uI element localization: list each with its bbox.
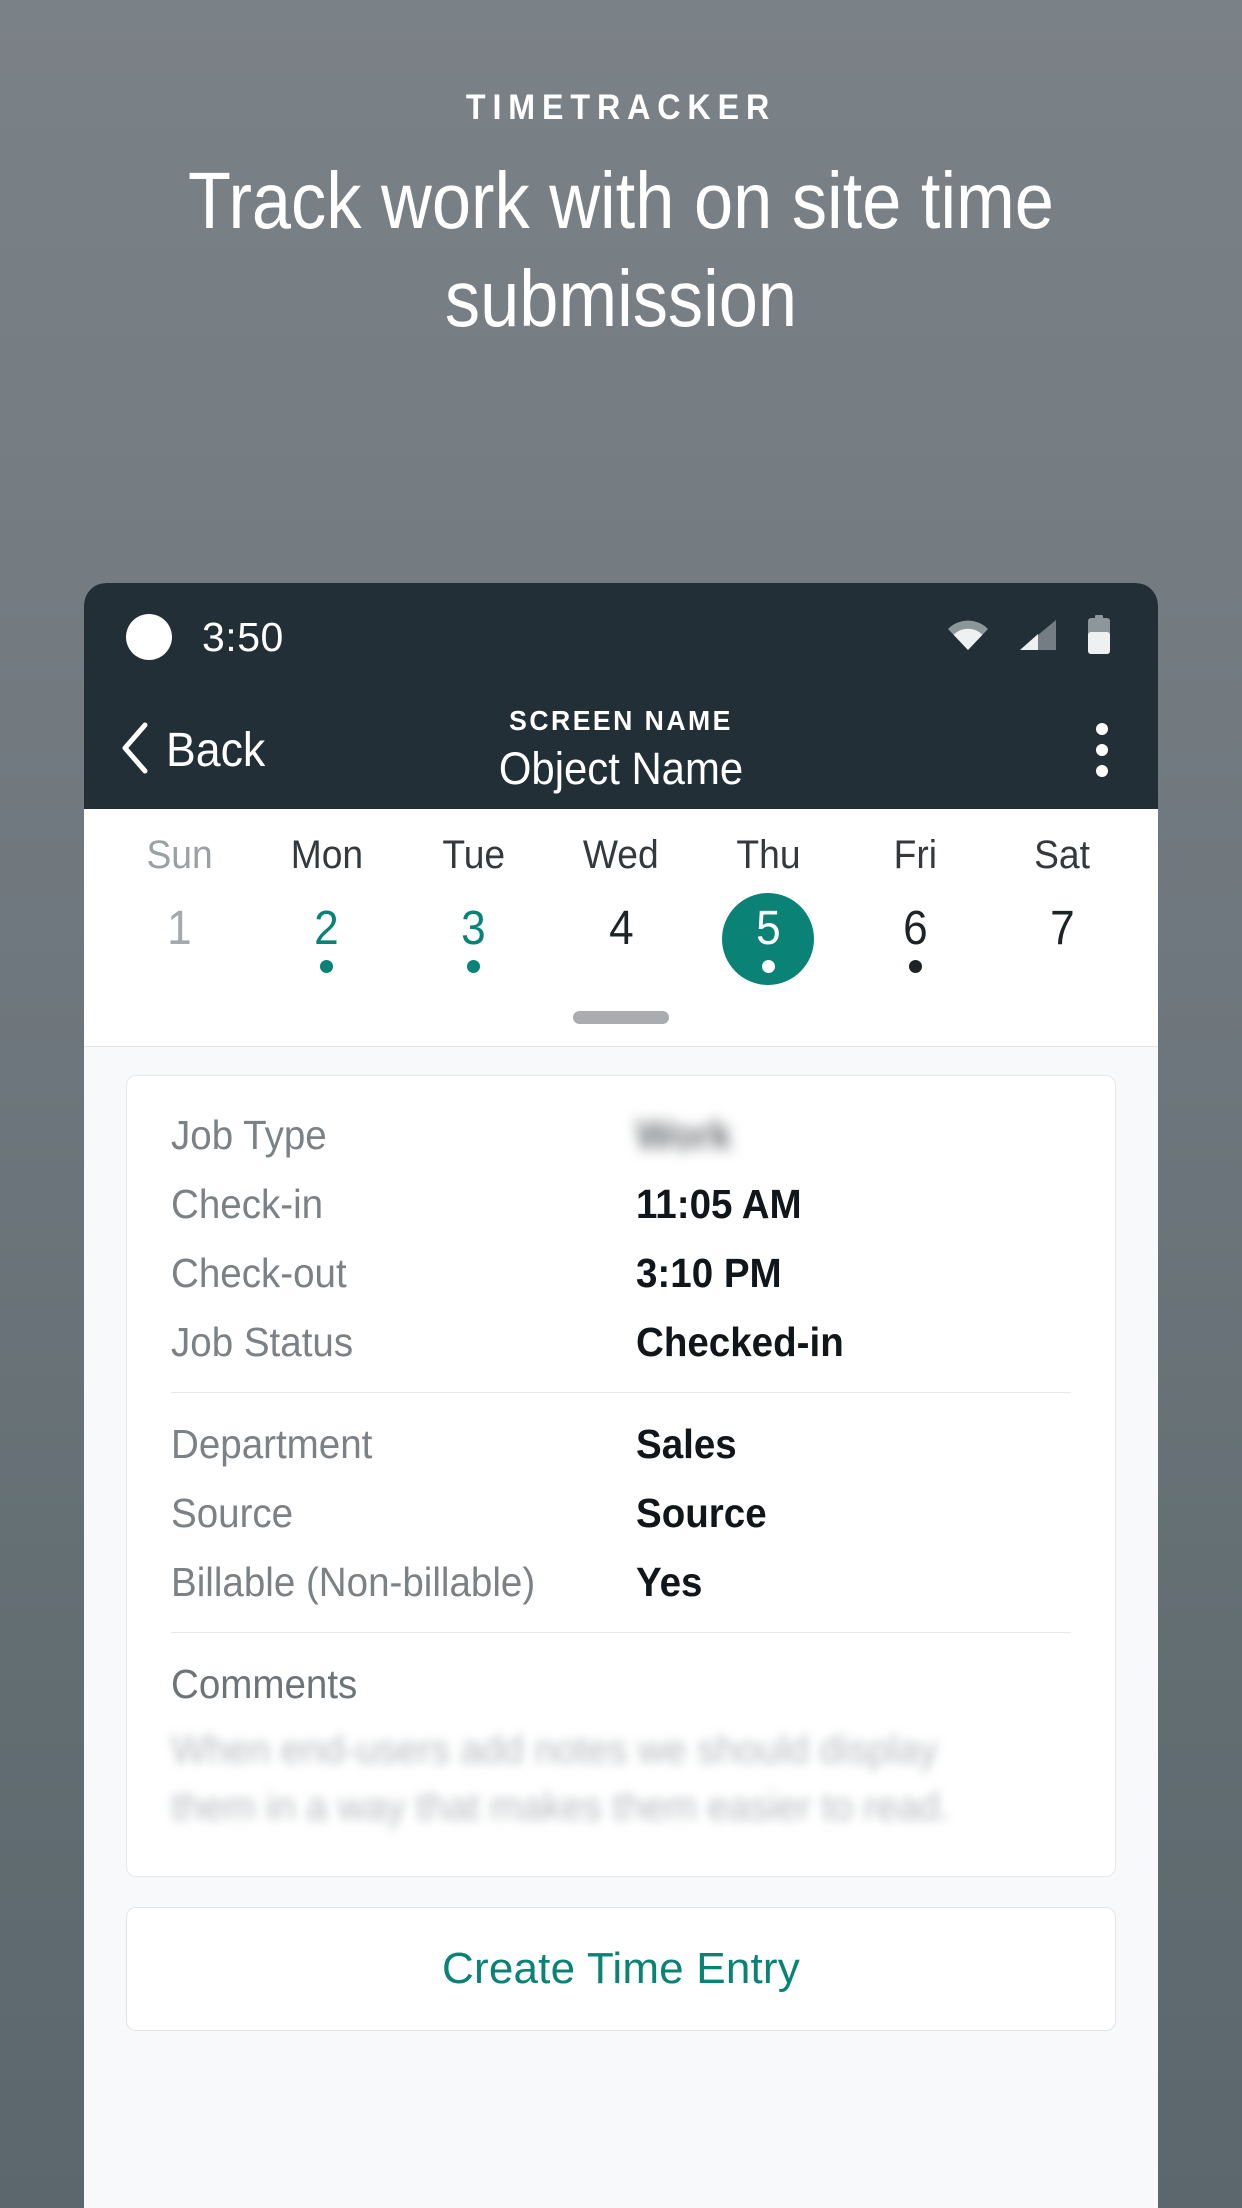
battery-icon xyxy=(1086,614,1112,660)
calendar-day-dot xyxy=(908,960,922,973)
screen-content: Job Type Work Check-in 11:05 AM Check-ou… xyxy=(84,1047,1158,2208)
cellular-signal-icon xyxy=(1018,618,1058,657)
phone-mockup: 3:50 Back SCREEN NAME Object Name Sun 1 … xyxy=(84,583,1158,2208)
calendar-dow-label: Mon xyxy=(290,833,363,877)
calendar-day-cell: 1 xyxy=(134,893,226,985)
overflow-dot xyxy=(1096,723,1108,735)
calendar-day-cell-selected: 5 xyxy=(722,893,815,985)
calendar-day-sun[interactable]: Sun 1 xyxy=(106,833,253,985)
calendar-day-number: 3 xyxy=(461,902,487,955)
detail-label: Source xyxy=(171,1490,294,1536)
detail-row-job-status: Job Status Checked-in xyxy=(171,1319,1071,1366)
calendar-day-mon[interactable]: Mon 2 xyxy=(253,833,400,985)
card-divider xyxy=(171,1392,1071,1393)
week-calendar-row: Sun 1 Mon 2 Tue 3 Wed 4 Thu 5 Fri 6 Sat … xyxy=(84,833,1158,985)
calendar-day-wed[interactable]: Wed 4 xyxy=(547,833,694,985)
calendar-dow-label: Wed xyxy=(583,833,659,877)
status-bar: 3:50 xyxy=(84,583,1158,691)
calendar-dow-label: Sun xyxy=(146,833,213,877)
promo-header: TIMETRACKER Track work with on site time… xyxy=(0,0,1242,347)
calendar-day-dot xyxy=(1056,960,1069,973)
calendar-dow-label: Thu xyxy=(736,833,801,877)
detail-value-source: Source xyxy=(636,1490,767,1536)
calendar-day-cell: 6 xyxy=(869,893,961,985)
card-divider xyxy=(171,1632,1071,1633)
overflow-dot xyxy=(1096,765,1108,777)
detail-group-comments: Comments When end-users add notes we sho… xyxy=(171,1661,1071,1836)
comments-label: Comments xyxy=(171,1661,358,1707)
wifi-icon xyxy=(946,619,990,656)
calendar-day-dot xyxy=(614,960,627,973)
detail-group-job: Job Type Work Check-in 11:05 AM Check-ou… xyxy=(171,1112,1071,1366)
calendar-day-sat[interactable]: Sat 7 xyxy=(989,833,1136,985)
status-icons xyxy=(946,614,1112,660)
detail-label: Check-in xyxy=(171,1181,324,1227)
detail-label: Billable (Non-billable) xyxy=(171,1559,536,1605)
detail-label: Check-out xyxy=(171,1250,347,1296)
status-clock: 3:50 xyxy=(202,613,284,660)
calendar-day-number: 5 xyxy=(755,902,781,955)
calendar-day-dot xyxy=(761,960,775,973)
detail-value-billable: Yes xyxy=(636,1559,703,1605)
camera-punch-hole-icon xyxy=(126,614,172,660)
detail-row-billable: Billable (Non-billable) Yes xyxy=(171,1559,1071,1606)
detail-value-department: Sales xyxy=(636,1421,737,1467)
calendar-day-cell: 7 xyxy=(1016,893,1108,985)
week-calendar: Sun 1 Mon 2 Tue 3 Wed 4 Thu 5 Fri 6 Sat … xyxy=(84,809,1158,1047)
promo-eyebrow: TIMETRACKER xyxy=(465,88,777,127)
overflow-dot xyxy=(1096,744,1108,756)
chevron-left-icon xyxy=(118,721,152,780)
detail-row-check-out: Check-out 3:10 PM xyxy=(171,1250,1071,1297)
detail-label: Department xyxy=(171,1421,373,1467)
calendar-day-number: 2 xyxy=(314,902,339,955)
calendar-day-cell: 3 xyxy=(428,893,520,985)
app-bar: 3:50 Back SCREEN NAME Object Name xyxy=(84,583,1158,809)
navigation-bar: Back SCREEN NAME Object Name xyxy=(84,691,1158,809)
detail-value-job-status: Checked-in xyxy=(636,1319,844,1365)
calendar-day-dot xyxy=(467,960,481,973)
calendar-day-dot xyxy=(320,960,334,973)
calendar-day-number: 4 xyxy=(608,902,634,955)
calendar-day-number: 6 xyxy=(902,902,928,955)
time-entry-detail-card: Job Type Work Check-in 11:05 AM Check-ou… xyxy=(126,1075,1116,1877)
calendar-dow-label: Tue xyxy=(442,833,506,877)
create-time-entry-button[interactable]: Create Time Entry xyxy=(126,1906,1116,2031)
calendar-day-cell: 2 xyxy=(281,893,373,985)
calendar-day-cell: 4 xyxy=(575,893,667,985)
detail-group-assignment: Department Sales Source Source Billable … xyxy=(171,1421,1071,1606)
calendar-dow-label: Fri xyxy=(893,833,937,877)
calendar-day-number: 1 xyxy=(167,902,192,955)
detail-row-check-in: Check-in 11:05 AM xyxy=(171,1181,1071,1228)
back-button-label: Back xyxy=(166,723,266,777)
calendar-day-thu[interactable]: Thu 5 xyxy=(695,833,842,985)
calendar-day-tue[interactable]: Tue 3 xyxy=(400,833,547,985)
detail-label: Job Status xyxy=(171,1319,354,1365)
detail-row-department: Department Sales xyxy=(171,1421,1071,1468)
promo-title: Track work with on site time submission xyxy=(188,156,1054,343)
detail-value-job-type: Work xyxy=(636,1112,732,1158)
calendar-dow-label: Sat xyxy=(1034,833,1091,877)
detail-value-check-in: 11:05 AM xyxy=(636,1181,802,1227)
detail-row-source: Source Source xyxy=(171,1490,1071,1537)
drag-handle-icon xyxy=(573,1011,669,1024)
detail-row-job-type: Job Type Work xyxy=(171,1112,1071,1159)
detail-value-check-out: 3:10 PM xyxy=(636,1250,782,1296)
detail-label: Job Type xyxy=(171,1112,327,1158)
calendar-expand-handle[interactable] xyxy=(84,985,1158,1046)
back-button[interactable]: Back xyxy=(118,721,273,780)
calendar-day-fri[interactable]: Fri 6 xyxy=(842,833,989,985)
calendar-day-number: 7 xyxy=(1050,902,1075,955)
comments-text: When end-users add notes we should displ… xyxy=(171,1728,951,1829)
calendar-day-dot xyxy=(173,960,186,973)
more-vertical-icon[interactable] xyxy=(1086,709,1118,791)
